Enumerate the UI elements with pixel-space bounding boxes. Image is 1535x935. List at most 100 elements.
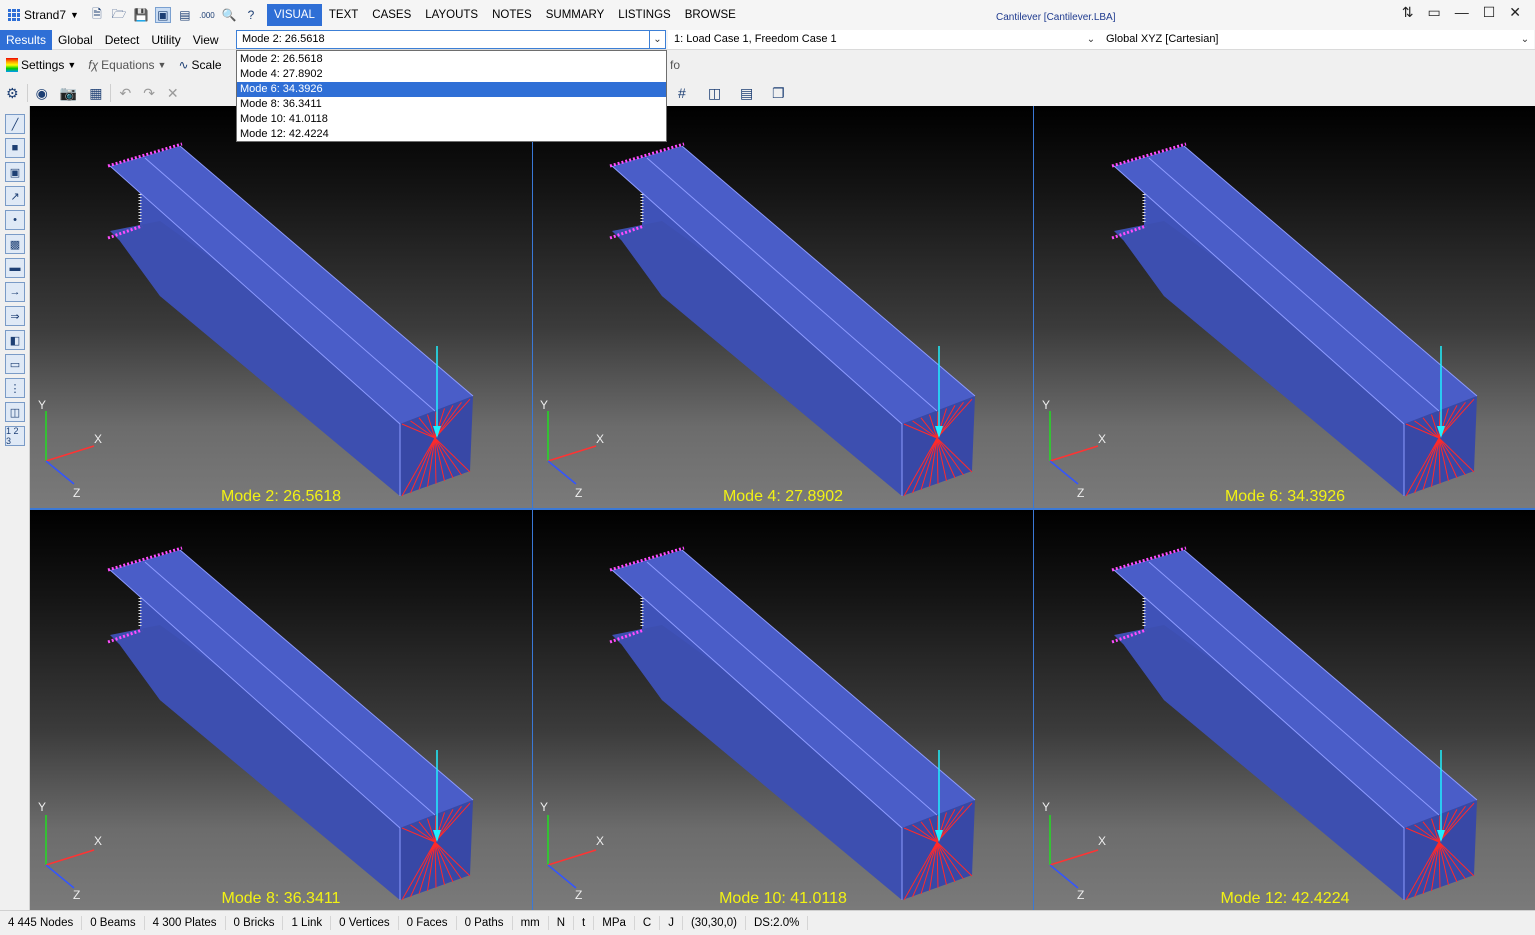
plate-icon[interactable]: ■ [5, 138, 25, 158]
close-icon[interactable]: ✕ [1509, 4, 1521, 21]
node-icon[interactable]: • [5, 210, 25, 230]
beam-model-group [45, 142, 474, 497]
viewport-pane-mode-10[interactable]: Y X Z Mode 10: 41.0118 [532, 510, 1034, 910]
help-icon[interactable]: ? [243, 7, 259, 23]
print-preview-icon[interactable]: 🔍 [221, 7, 237, 23]
subtab-utility[interactable]: Utility [145, 30, 186, 50]
viewport-pane-mode-12[interactable]: Y X Z Mode 12: 42.4224 [1034, 510, 1535, 910]
link-icon[interactable]: ↗ [5, 186, 25, 206]
ruler-icon[interactable]: ▬ [5, 258, 25, 278]
subtab-detect[interactable]: Detect [99, 30, 146, 50]
settings-button[interactable]: Settings ▼ [0, 58, 82, 72]
contour-palette-icon [6, 58, 18, 72]
layout-icon[interactable]: ⇅ [1402, 4, 1414, 21]
graphics-viewport[interactable]: Y X Z Mode 2: 26.5618 Y X Z Mode 4: 27.8… [30, 106, 1535, 910]
status-unit-stress[interactable]: MPa [594, 916, 635, 930]
beam-model-group [547, 546, 976, 901]
axis-y-label: Y [38, 800, 47, 814]
axis-x-label: X [94, 432, 103, 446]
tab-text[interactable]: TEXT [322, 4, 365, 26]
open-folder-icon[interactable]: 🗁 [111, 7, 127, 23]
brick-icon[interactable]: ▣ [5, 162, 25, 182]
gear-icon[interactable]: ⚙ [0, 85, 25, 102]
entity-grid-icon[interactable]: ▦ [83, 85, 108, 102]
undo-icon[interactable]: ↶ [113, 85, 137, 102]
status-unit-energy[interactable]: J [660, 916, 683, 930]
axis-x [45, 445, 95, 462]
viewport-pane-mode-6[interactable]: Y X Z Mode 6: 34.3926 [1034, 106, 1535, 508]
notes-icon[interactable]: ▤ [177, 7, 193, 23]
tab-listings[interactable]: LISTINGS [611, 4, 677, 26]
viewport-mode-label: Mode 4: 27.8902 [722, 488, 844, 505]
mode-option-highlighted[interactable]: Mode 6: 34.3926 [237, 82, 666, 97]
arrow-right-icon[interactable]: → [5, 282, 25, 302]
export-icon[interactable]: ⇒ [5, 306, 25, 326]
mode-select[interactable]: Mode 2: 26.5618 ⌄ [236, 30, 666, 49]
subtab-view[interactable]: View [187, 30, 225, 50]
mode-option[interactable]: Mode 8: 36.3411 [237, 97, 666, 112]
tab-notes[interactable]: NOTES [485, 4, 539, 26]
viewport-pane-mode-8[interactable]: Y X Z Mode 8: 36.3411 [30, 510, 532, 910]
viewport-pane-mode-4[interactable]: Y X Z Mode 4: 27.8902 [532, 106, 1034, 508]
new-file-icon[interactable]: 🗎 [89, 7, 105, 23]
viewport-pane-mode-2[interactable]: Y X Z Mode 2: 26.5618 [30, 106, 532, 508]
scale-button[interactable]: ∿ Scale [172, 58, 227, 72]
binoculars-icon[interactable]: ◉ [30, 85, 54, 102]
app-menu[interactable]: Strand7 ▼ [0, 0, 79, 30]
shapes-icon[interactable]: ◫ [702, 85, 727, 102]
mode-option[interactable]: Mode 12: 42.4224 [237, 127, 666, 142]
display-icon[interactable]: ▭ [5, 354, 25, 374]
tab-cases[interactable]: CASES [365, 4, 418, 26]
coordinate-system-select[interactable]: Global XYZ [Cartesian] ⌄ [1100, 30, 1534, 49]
redo-icon[interactable]: ↷ [137, 85, 161, 102]
subtab-results[interactable]: Results [0, 29, 53, 50]
tab-summary[interactable]: SUMMARY [539, 4, 612, 26]
case-select[interactable]: 1: Load Case 1, Freedom Case 1 ⌄ [668, 30, 1100, 49]
camera-icon[interactable]: 📷 [54, 85, 83, 102]
status-links: 1 Link [283, 916, 332, 930]
window-title: Cantilever [Cantilever.LBA] [996, 12, 1116, 23]
axis-z [45, 460, 75, 485]
dots-grid-icon[interactable]: ⋮ [5, 378, 25, 398]
mode-option[interactable]: Mode 4: 27.8902 [237, 67, 666, 82]
beam-model-group [547, 142, 976, 497]
mode-option[interactable]: Mode 2: 26.5618 [237, 52, 666, 67]
numbered-icon[interactable]: 1 2 3 [5, 426, 25, 446]
save-icon[interactable]: 💾 [133, 7, 149, 23]
restore-icon[interactable]: ▭ [1427, 4, 1440, 21]
status-plates: 4 300 Plates [145, 916, 226, 930]
chevron-down-icon[interactable]: ⌄ [1517, 31, 1533, 48]
beam-icon[interactable]: ╱ [5, 114, 25, 134]
mode-dropdown-list: Mode 2: 26.5618 Mode 4: 27.8902 Mode 6: … [236, 50, 667, 142]
status-unit-temperature[interactable]: C [635, 916, 661, 930]
tab-layouts[interactable]: LAYOUTS [418, 4, 485, 26]
axis-x [547, 849, 597, 866]
separator [110, 84, 112, 102]
tab-visual[interactable]: VISUAL [266, 4, 322, 26]
viewport-divider[interactable] [30, 508, 1535, 510]
status-unit-force[interactable]: N [549, 916, 575, 930]
viewport-mode-label: Mode 10: 41.0118 [719, 890, 847, 907]
equations-button[interactable]: fχ Equations ▼ [82, 58, 172, 72]
beam-model [1049, 546, 1478, 901]
delete-icon[interactable]: ✕ [161, 85, 185, 102]
section-icon[interactable]: ◧ [5, 330, 25, 350]
status-unit-mass[interactable]: t [574, 916, 595, 930]
maximize-icon[interactable]: ☐ [1483, 4, 1496, 21]
copy-icon[interactable]: ❐ [766, 85, 791, 102]
table-icon[interactable]: ▤ [734, 85, 759, 102]
chevron-down-icon[interactable]: ⌄ [649, 31, 665, 48]
info-button[interactable]: fo [664, 58, 686, 72]
minimize-icon[interactable]: — [1455, 4, 1469, 21]
mode-option[interactable]: Mode 10: 41.0118 [237, 112, 666, 127]
tab-browse[interactable]: BROWSE [678, 4, 743, 26]
grid-hash-icon[interactable]: # [672, 85, 692, 101]
cylinder-icon[interactable]: ▩ [5, 234, 25, 254]
results-file-icon[interactable]: ▣ [154, 7, 171, 23]
status-unit-length[interactable]: mm [513, 916, 549, 930]
split-view-icon[interactable]: ◫ [5, 402, 25, 422]
chevron-down-icon[interactable]: ⌄ [1083, 31, 1099, 48]
axis-x [1049, 849, 1099, 866]
precision-icon[interactable]: .000 [199, 7, 215, 23]
subtab-global[interactable]: Global [52, 30, 99, 50]
